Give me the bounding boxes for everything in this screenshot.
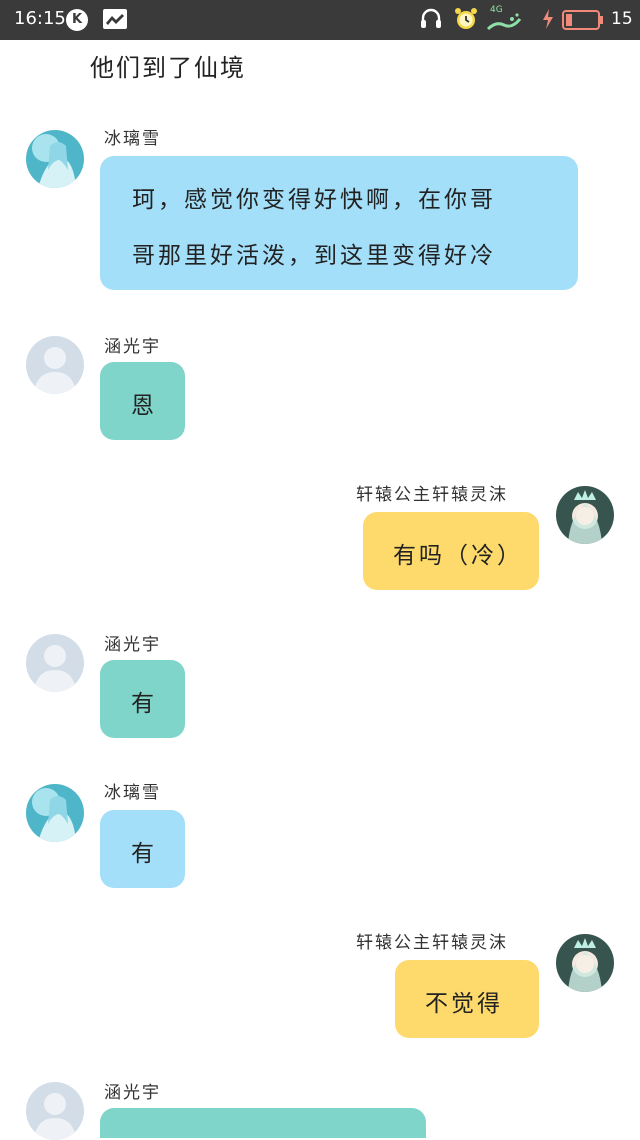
message-sender: 涵光宇 xyxy=(104,1083,161,1103)
headphones-icon xyxy=(420,7,442,35)
avatar-xuanyuan[interactable] xyxy=(556,486,614,544)
story-caption: 他们到了仙境 xyxy=(90,54,246,82)
message-text: 有吗（冷） xyxy=(393,543,523,569)
message-bubble[interactable]: 恩 xyxy=(100,362,185,440)
message-bubble[interactable]: 有 xyxy=(100,660,185,738)
message-text: 不觉得 xyxy=(425,991,503,1017)
charging-bolt-icon xyxy=(542,8,554,34)
status-bar: 16:15 K 4G 15 xyxy=(0,0,640,40)
message-bubble[interactable]: 不觉得 xyxy=(395,960,539,1038)
news-icon xyxy=(102,8,128,34)
message-bubble[interactable]: 珂，感觉你变得好快啊，在你哥 哥那里好活泼，到这里变得好冷 xyxy=(100,156,578,290)
message-sender: 冰璃雪 xyxy=(104,783,161,803)
message-bubble[interactable]: 有 xyxy=(100,810,185,888)
avatar-xuanyuan[interactable] xyxy=(556,934,614,992)
message-text: 恩 xyxy=(131,393,157,419)
status-time: 16:15 xyxy=(14,8,66,29)
avatar-default[interactable] xyxy=(26,336,84,394)
message-text: 有 xyxy=(131,841,157,867)
message-sender: 冰璃雪 xyxy=(104,129,161,149)
message-sender: 涵光宇 xyxy=(104,635,161,655)
avatar-binglixue[interactable] xyxy=(26,130,84,188)
message-sender: 轩辕公主轩辕灵沫 xyxy=(356,485,508,505)
message-bubble[interactable] xyxy=(100,1108,426,1138)
battery-level: 15 xyxy=(611,9,633,29)
avatar-default[interactable] xyxy=(26,634,84,692)
alarm-icon xyxy=(454,7,478,35)
message-bubble[interactable]: 有吗（冷） xyxy=(363,512,539,590)
battery-icon xyxy=(562,9,604,35)
message-sender: 轩辕公主轩辕灵沫 xyxy=(356,933,508,953)
avatar-binglixue[interactable] xyxy=(26,784,84,842)
k-app-icon: K xyxy=(66,9,88,31)
message-text: 有 xyxy=(131,691,157,717)
message-text: 哥那里好活泼，到这里变得好冷 xyxy=(132,243,496,269)
message-text: 珂，感觉你变得好快啊，在你哥 xyxy=(132,187,496,213)
avatar-default[interactable] xyxy=(26,1082,84,1140)
message-sender: 涵光宇 xyxy=(104,337,161,357)
network-signal-icon xyxy=(486,7,522,37)
